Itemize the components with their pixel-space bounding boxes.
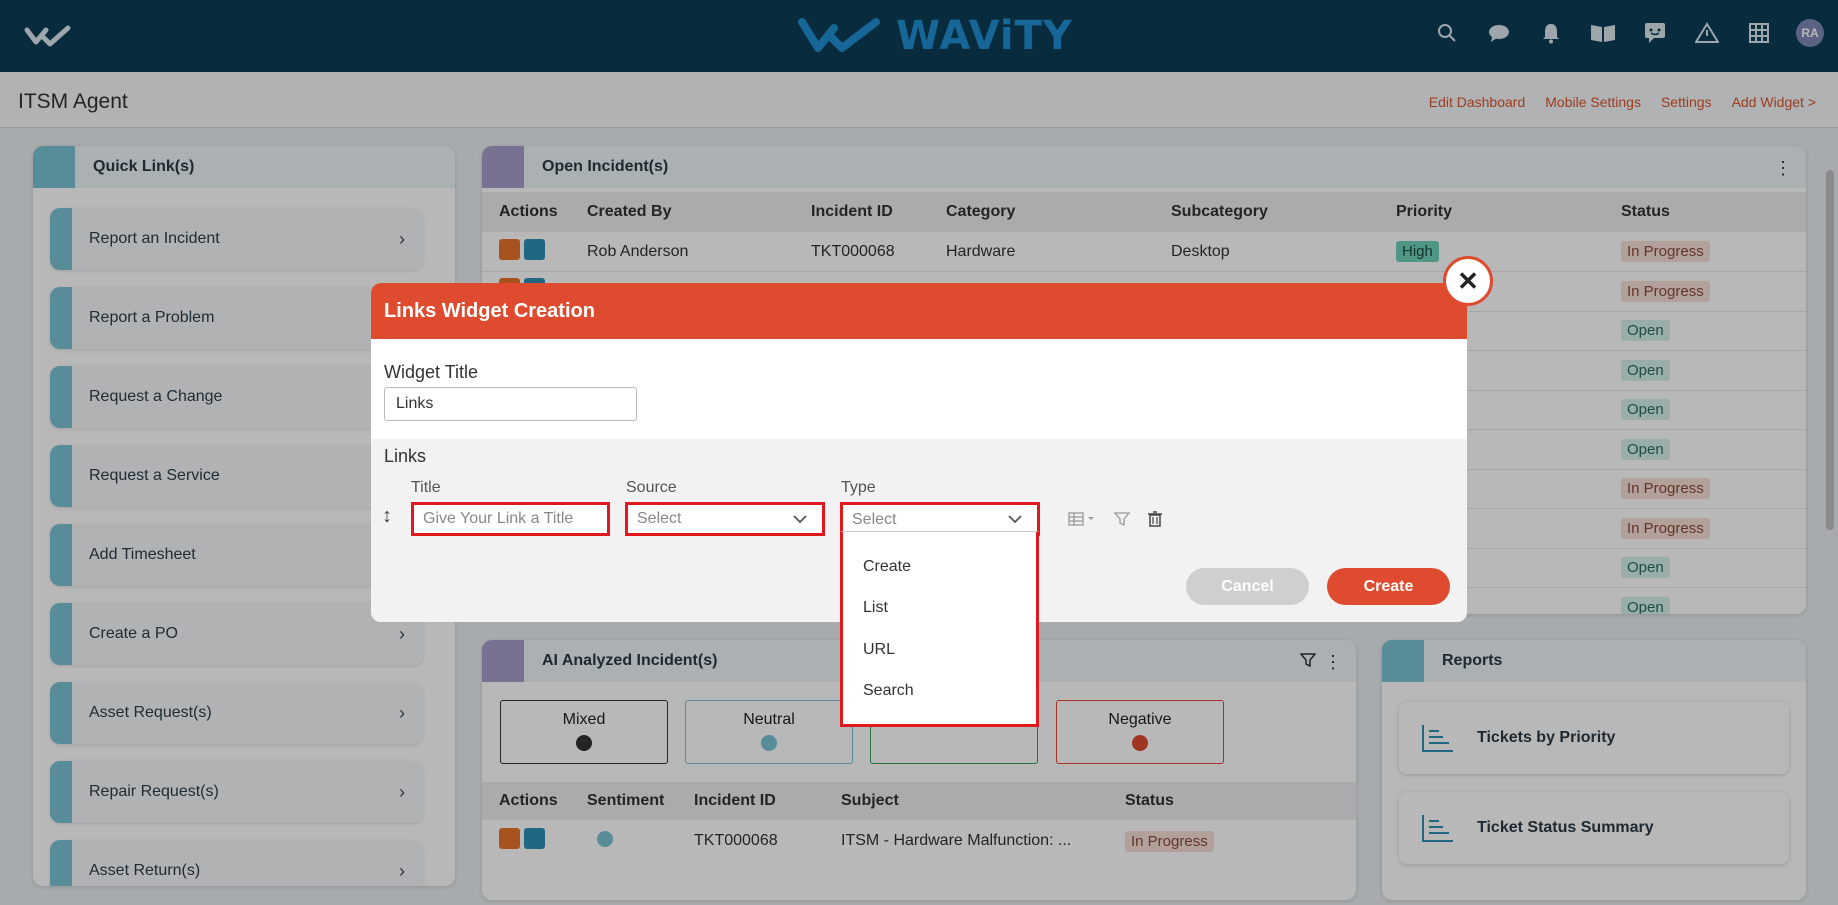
type-dropdown-menu: Create List URL Search <box>840 531 1039 727</box>
chevron-down-icon <box>1008 515 1022 524</box>
links-label: Links <box>384 446 427 466</box>
type-option-url[interactable]: URL <box>863 641 895 659</box>
type-select-value: Select <box>852 511 897 528</box>
link-title-input[interactable]: Give Your Link a Title <box>411 502 610 536</box>
modal-title: Links Widget Creation <box>384 299 595 322</box>
trash-icon[interactable] <box>1148 511 1162 527</box>
chevron-down-icon <box>793 515 807 524</box>
type-option-search[interactable]: Search <box>863 682 914 700</box>
type-column-label: Type <box>841 479 876 496</box>
type-option-create[interactable]: Create <box>863 558 911 576</box>
widget-title-label: Widget Title <box>384 362 479 382</box>
close-icon: ✕ <box>1457 265 1479 296</box>
widget-title-input[interactable]: Links <box>384 387 637 421</box>
type-option-list[interactable]: List <box>863 599 888 617</box>
close-button[interactable]: ✕ <box>1443 256 1493 306</box>
source-select[interactable]: Select <box>625 502 825 536</box>
title-column-label: Title <box>411 479 441 496</box>
filter-icon[interactable] <box>1114 511 1130 527</box>
source-column-label: Source <box>626 479 677 496</box>
create-button[interactable]: Create <box>1327 568 1450 605</box>
cancel-button[interactable]: Cancel <box>1186 568 1309 605</box>
source-select-value: Select <box>637 510 682 527</box>
link-title-placeholder: Give Your Link a Title <box>423 510 574 527</box>
drag-handle-icon[interactable]: ↕ <box>382 505 392 528</box>
table-view-icon[interactable] <box>1068 512 1096 526</box>
